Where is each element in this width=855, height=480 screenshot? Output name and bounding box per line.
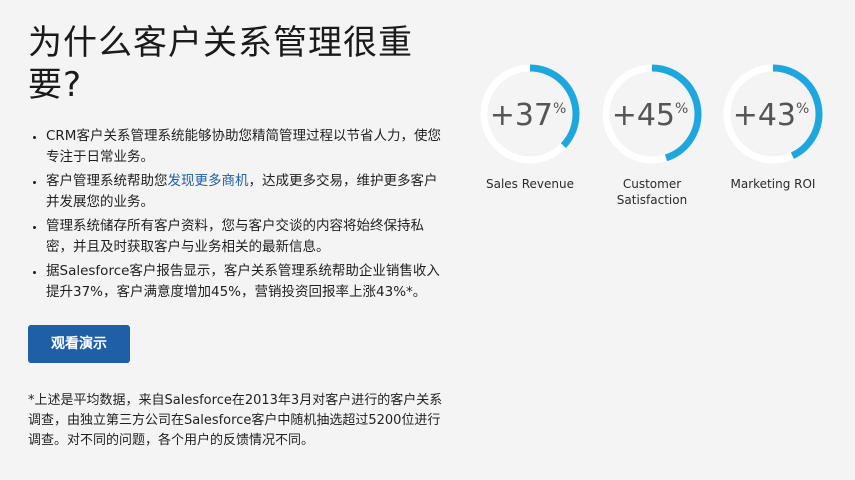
- stat-label: Sales Revenue: [485, 177, 574, 191]
- discover-opportunities-link[interactable]: 发现更多商机: [168, 173, 249, 189]
- benefit-list: CRM客户关系管理系统能够协助您精简管理过程以节省人力，使您专注于日常业务。 客…: [28, 126, 448, 303]
- content-column: 为什么客户关系管理很重要? CRM客户关系管理系统能够协助您精简管理过程以节省人…: [28, 22, 448, 451]
- list-item: 客户管理系统帮助您发现更多商机，达成更多交易，维护更多客户并发展您的业务。: [46, 171, 448, 213]
- stat-label: Customer Satisfaction: [616, 177, 688, 207]
- stat-label: Marketing ROI: [730, 177, 816, 191]
- progress-ring: +37%: [480, 64, 580, 164]
- watch-demo-button[interactable]: 观看演示: [28, 325, 130, 363]
- stat-value: +37%: [490, 98, 567, 133]
- stat-customer-satisfaction: +45% Customer Satisfaction: [597, 64, 707, 208]
- stat-marketing-roi: +43% Marketing ROI: [718, 64, 828, 192]
- progress-ring: +43%: [723, 64, 823, 164]
- stat-value: +43%: [733, 98, 810, 133]
- stats-panel: +37% Sales Revenue +45% Customer Satisfact…: [480, 64, 840, 224]
- list-item: 管理系统储存所有客户资料，您与客户交谈的内容将始终保持私密，并且及时获取客户与业…: [46, 216, 448, 258]
- stat-value: +45%: [612, 98, 689, 133]
- list-item: CRM客户关系管理系统能够协助您精简管理过程以节省人力，使您专注于日常业务。: [46, 126, 448, 168]
- stat-sales-revenue: +37% Sales Revenue: [475, 64, 585, 192]
- list-item: 据Salesforce客户报告显示，客户关系管理系统帮助企业销售收入提升37%，…: [46, 261, 448, 303]
- progress-ring: +45%: [602, 64, 702, 164]
- page-title: 为什么客户关系管理很重要?: [28, 23, 413, 105]
- footnote: *上述是平均数据，来自Salesforce在2013年3月对客户进行的客户关系调…: [28, 393, 443, 448]
